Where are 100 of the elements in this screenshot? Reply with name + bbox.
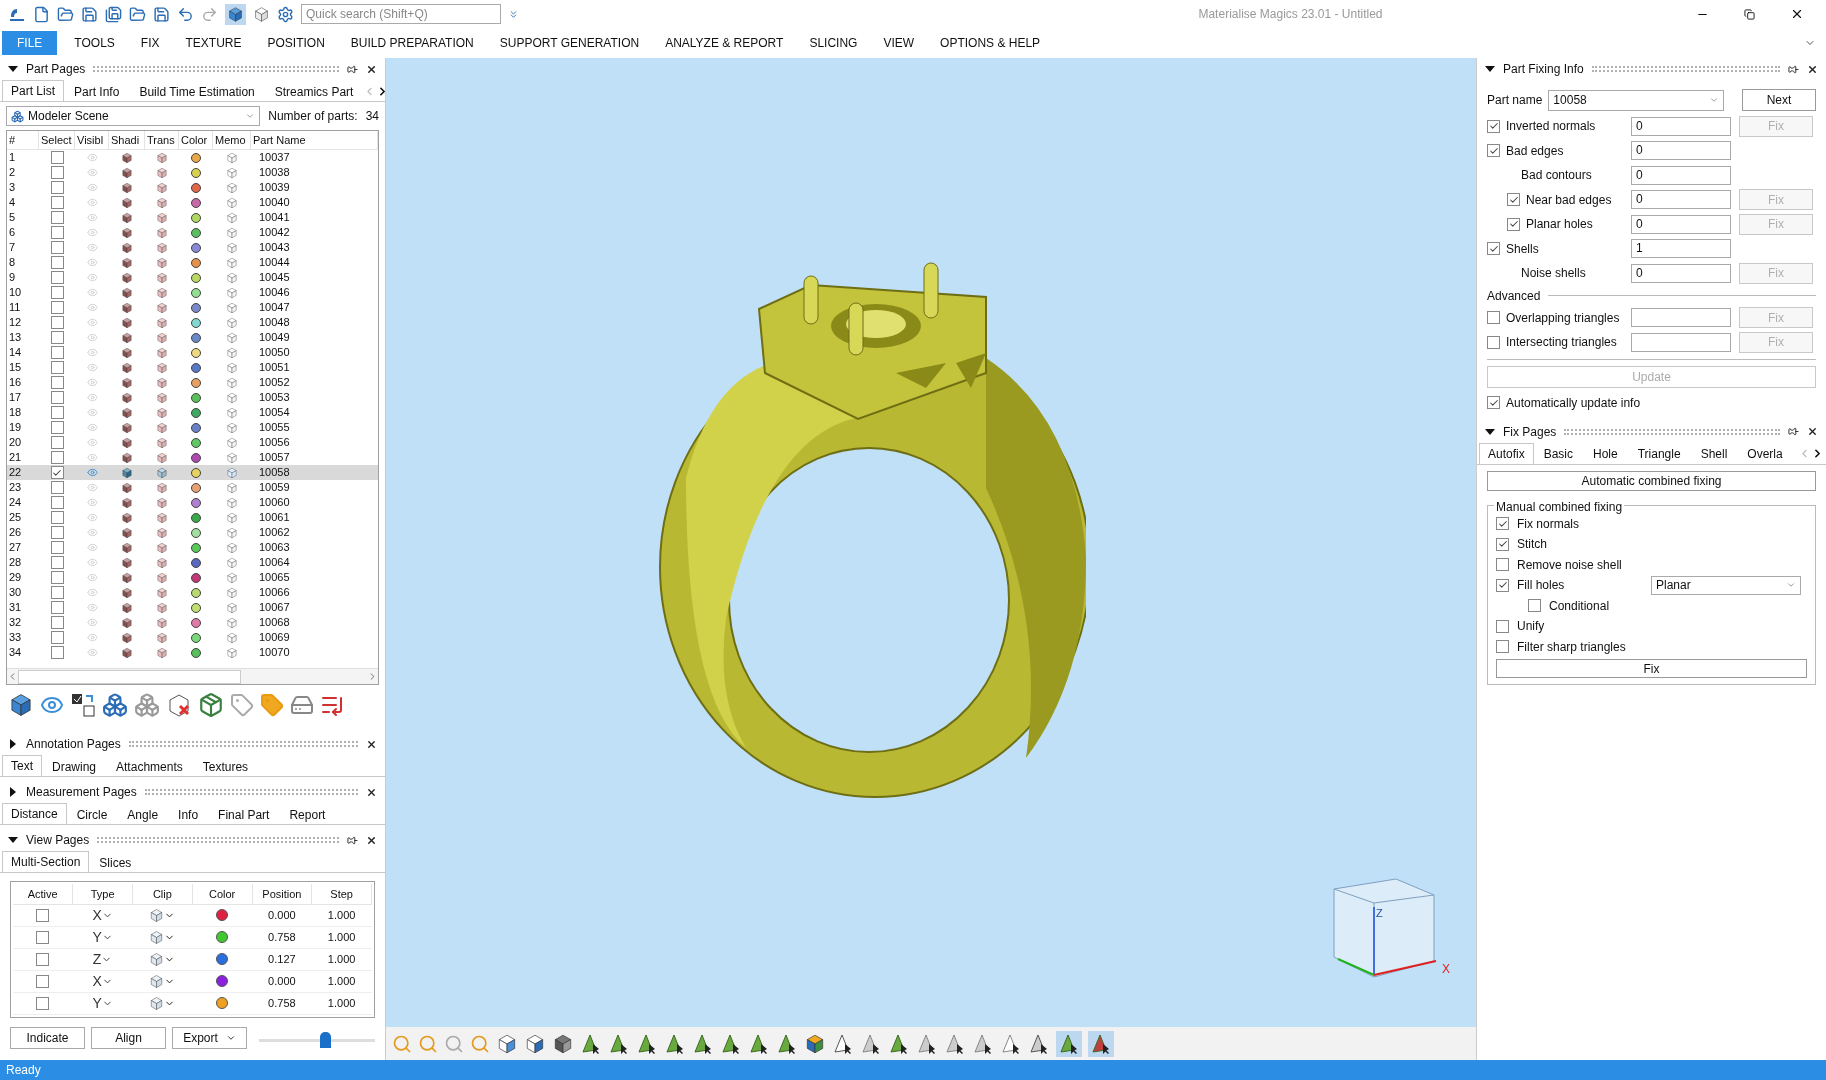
cube-icon[interactable] bbox=[804, 1032, 826, 1055]
part-row[interactable]: 4 10040 bbox=[7, 195, 378, 210]
next-button[interactable]: Next bbox=[1742, 89, 1816, 111]
part-row[interactable]: 15 10051 bbox=[7, 360, 378, 375]
shaded-cube-icon[interactable] bbox=[121, 436, 133, 449]
part-row[interactable]: 6 10042 bbox=[7, 225, 378, 240]
expand-triangle-icon[interactable] bbox=[8, 787, 18, 797]
part-row[interactable]: 31 10067 bbox=[7, 600, 378, 615]
close-icon[interactable] bbox=[366, 786, 377, 798]
part-row[interactable]: 17 10053 bbox=[7, 390, 378, 405]
column-header[interactable]: # bbox=[7, 131, 39, 150]
shaded-cube-icon[interactable] bbox=[121, 151, 133, 164]
value-field[interactable]: 0 bbox=[1631, 190, 1731, 210]
pin-icon[interactable] bbox=[1788, 63, 1799, 75]
cube-outline-icon[interactable] bbox=[226, 511, 238, 524]
shaded-cube-icon[interactable] bbox=[121, 226, 133, 239]
cube-icon[interactable] bbox=[253, 5, 270, 23]
shaded-cube-icon[interactable] bbox=[121, 601, 133, 614]
axis-dropdown[interactable]: X bbox=[92, 904, 113, 926]
part-row[interactable]: 32 10068 bbox=[7, 615, 378, 630]
checkbox[interactable] bbox=[50, 571, 64, 584]
part-row[interactable]: 11 10047 bbox=[7, 300, 378, 315]
tab[interactable]: Slices bbox=[89, 853, 142, 872]
checkbox[interactable] bbox=[1496, 619, 1509, 633]
cube-icon[interactable] bbox=[496, 1032, 518, 1055]
shaded-cube-icon[interactable] bbox=[121, 451, 133, 464]
checkbox[interactable] bbox=[50, 286, 64, 299]
transparent-cube-icon[interactable] bbox=[156, 586, 168, 599]
part-row[interactable]: 1 10037 bbox=[7, 150, 378, 165]
menu-tab[interactable]: ANALYZE & REPORT bbox=[654, 31, 795, 55]
collapse-triangle-icon[interactable] bbox=[1485, 64, 1495, 74]
triangle-pointer-icon[interactable] bbox=[664, 1032, 686, 1055]
triangle-pointer-icon[interactable] bbox=[860, 1032, 882, 1055]
part-row[interactable]: 9 10045 bbox=[7, 270, 378, 285]
gripper[interactable] bbox=[97, 837, 339, 843]
tab[interactable]: Shell bbox=[1690, 444, 1738, 464]
clip-cube-icon[interactable] bbox=[149, 995, 165, 1011]
cube-outline-icon[interactable] bbox=[226, 301, 238, 314]
shaded-cube-icon[interactable] bbox=[121, 526, 133, 539]
part-row[interactable]: 18 10054 bbox=[7, 405, 378, 420]
column-header[interactable]: Color bbox=[179, 131, 213, 150]
cube-outline-icon[interactable] bbox=[226, 436, 238, 449]
checkbox[interactable] bbox=[1528, 599, 1541, 613]
shaded-cube-icon[interactable] bbox=[121, 301, 133, 314]
cube-outline-icon[interactable] bbox=[226, 481, 238, 494]
cube-outline-icon[interactable] bbox=[226, 526, 238, 539]
checkbox[interactable] bbox=[36, 908, 50, 922]
shaded-cube-icon[interactable] bbox=[121, 286, 133, 299]
settings-icon[interactable] bbox=[277, 5, 294, 23]
part-row[interactable]: 20 10056 bbox=[7, 435, 378, 450]
transparent-cube-icon[interactable] bbox=[156, 196, 168, 209]
part-row[interactable]: 2 10038 bbox=[7, 165, 378, 180]
menu-tab[interactable]: POSITION bbox=[256, 31, 336, 55]
checkbox[interactable] bbox=[50, 466, 64, 479]
column-header[interactable]: Active bbox=[13, 884, 73, 904]
shaded-cube-icon[interactable] bbox=[121, 316, 133, 329]
scene-dropdown[interactable]: Modeler Scene bbox=[6, 106, 261, 126]
part-row[interactable]: 27 10063 bbox=[7, 540, 378, 555]
transparent-cube-icon[interactable] bbox=[156, 541, 168, 554]
checkbox[interactable] bbox=[1496, 558, 1509, 572]
part-row[interactable]: 33 10069 bbox=[7, 630, 378, 645]
search-field[interactable]: Quick search (Shift+Q) bbox=[301, 4, 501, 24]
checkbox[interactable] bbox=[1496, 640, 1509, 654]
part-row[interactable]: 26 10062 bbox=[7, 525, 378, 540]
checkbox[interactable] bbox=[50, 256, 64, 269]
checkbox[interactable] bbox=[1487, 311, 1500, 325]
close-icon[interactable] bbox=[366, 738, 377, 750]
cube-outline-icon[interactable] bbox=[226, 391, 238, 404]
checkbox[interactable] bbox=[50, 376, 64, 389]
gripper[interactable] bbox=[144, 789, 358, 795]
part-row[interactable]: 24 10060 bbox=[7, 495, 378, 510]
triangle-pointer-icon[interactable] bbox=[692, 1032, 714, 1055]
close-icon[interactable] bbox=[1807, 426, 1818, 437]
package-icon[interactable] bbox=[198, 692, 224, 718]
cube-outline-icon[interactable] bbox=[226, 241, 238, 254]
export-button[interactable]: Export bbox=[172, 1026, 247, 1049]
checkbox[interactable] bbox=[50, 241, 64, 254]
gripper[interactable] bbox=[93, 66, 339, 72]
checkbox[interactable] bbox=[1487, 242, 1500, 256]
cube-outline-icon[interactable] bbox=[226, 196, 238, 209]
tab[interactable]: Triangle bbox=[1627, 444, 1691, 464]
cube-outline-icon[interactable] bbox=[226, 226, 238, 239]
shaded-cube-icon[interactable] bbox=[121, 406, 133, 419]
checkbox[interactable] bbox=[36, 996, 50, 1010]
part-row[interactable]: 14 10050 bbox=[7, 345, 378, 360]
pin-icon[interactable] bbox=[347, 63, 358, 75]
gripper[interactable] bbox=[1564, 428, 1780, 435]
gripper[interactable] bbox=[128, 741, 358, 747]
checkbox[interactable] bbox=[36, 930, 50, 944]
gripper[interactable] bbox=[1591, 66, 1780, 72]
save-icon[interactable] bbox=[81, 5, 98, 23]
boxes-icon[interactable] bbox=[102, 692, 128, 718]
tab[interactable]: Overla bbox=[1737, 444, 1793, 464]
column-header[interactable]: Clip bbox=[132, 884, 193, 904]
cube-outline-icon[interactable] bbox=[226, 466, 238, 479]
triangle-pointer-icon[interactable] bbox=[580, 1032, 602, 1055]
cube-outline-icon[interactable] bbox=[226, 181, 238, 194]
pin-icon[interactable] bbox=[1788, 426, 1799, 437]
transparent-cube-icon[interactable] bbox=[156, 421, 168, 434]
save-icon[interactable] bbox=[153, 5, 170, 23]
